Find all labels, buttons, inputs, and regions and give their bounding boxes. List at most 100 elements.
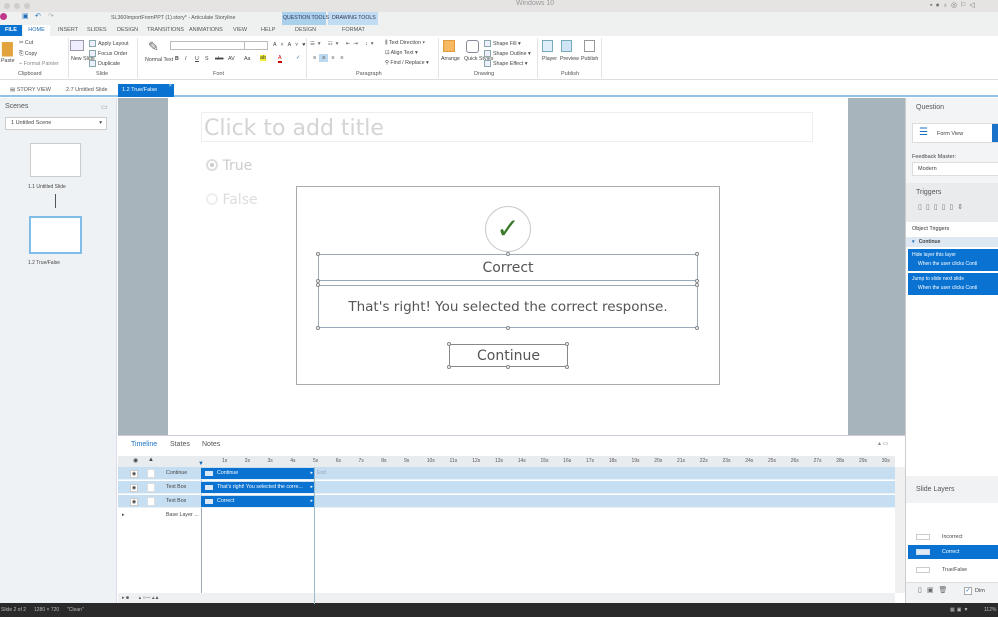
italic-button[interactable]: I [185,56,186,62]
tab-drawing-format[interactable]: FORMAT [342,25,365,36]
font-size-buttons[interactable]: A˄A˅♥ [273,42,309,48]
shape-fill-button[interactable]: Shape Fill ▾ [484,40,521,47]
paste-button[interactable]: Paste [1,58,15,64]
layer-item-selected[interactable]: Correct [908,545,998,559]
tab-true-false[interactable]: 1.2 True/False × [118,83,174,97]
feedback-text[interactable]: That's right! You selected the correct r… [318,285,698,328]
tab-untitled-slide[interactable]: 2.7 Untitled Slide [62,84,112,97]
slide-thumbnail-1-2[interactable] [29,216,82,254]
option-false[interactable]: False [206,192,258,208]
close-dot[interactable] [4,3,10,9]
find-replace-button[interactable]: ⚲ Find / Replace ▾ [385,60,429,66]
question-header: Question [916,104,945,111]
shape-effect-button[interactable]: Shape Effect ▾ [484,60,527,67]
view-icons[interactable]: ▦▣▼ [950,603,970,617]
slide-view-button[interactable] [992,124,998,142]
pin-icon[interactable]: ▭ [101,103,108,111]
tab-transitions[interactable]: TRANSITIONS [147,25,184,36]
font-family-select[interactable] [170,41,245,50]
tab-design[interactable]: DESIGN [117,25,138,36]
form-view-button[interactable]: ☰ Form View [912,123,998,143]
minimize-dot[interactable] [14,3,20,9]
list-buttons[interactable]: ☰▾ ☷▾ ⇤⇥ ↕▾ [310,41,376,47]
timeline-tick: 15s [540,458,549,464]
save-icon[interactable]: ▣ [22,12,29,20]
trigger-toolbar[interactable]: ▯▯▯▯▯⇕ [918,203,967,211]
visibility-icon[interactable]: ◉ [130,470,138,478]
feedback-master-select[interactable]: Modern [912,162,998,176]
font-color-icon[interactable]: A [278,55,282,63]
timeline-tick: 6s [335,458,342,464]
close-tab-icon[interactable]: × [169,80,172,93]
highlight-icon[interactable]: ab [260,55,266,61]
visibility-icon[interactable]: ◉ [130,484,138,492]
tab-slides[interactable]: SLIDES [87,25,107,36]
format-painter-button[interactable]: ⌁ Format Painter [19,61,59,67]
slide-thumbnail-1-1[interactable] [30,143,81,177]
lock-toggle[interactable] [147,483,155,492]
scene-select[interactable]: 1 Untitled Scene ▾ [5,117,107,130]
align-text-button[interactable]: ⊡ Align Text ▾ [385,50,418,56]
title-placeholder[interactable]: Click to add title [201,112,813,142]
spacing-button[interactable]: AV [228,56,235,62]
continue-button[interactable]: Continue [449,344,568,367]
tab-timeline[interactable]: Timeline [131,441,157,448]
tab-story-view[interactable]: ▤ STORY VIEW [6,84,55,97]
duplicate-button[interactable]: Duplicate [89,60,120,67]
tab-states[interactable]: States [170,441,190,448]
align-buttons[interactable]: ≡ ≡ ≡ ≡ [310,54,346,62]
timeline-controls[interactable]: ▸ ■ ▴ ○— ▴▲ [118,593,895,603]
timeline-scrollbar[interactable] [895,467,905,593]
option-true[interactable]: True [206,158,252,174]
trigger-item[interactable]: Hide layer this layer When the user click… [908,249,998,271]
layer-item[interactable]: True/False [908,564,998,576]
bold-button[interactable]: B [175,56,179,62]
arrange-button[interactable]: Arrange [441,56,460,62]
focus-order-button[interactable]: Focus Order [89,50,127,57]
zoom-level[interactable]: 112% [984,603,996,617]
feedback-title[interactable]: Correct [318,254,698,281]
layer-toolbar[interactable]: ▯▣🗑 [918,586,952,594]
shape-outline-button[interactable]: Shape Outline ▾ [484,50,531,57]
tab-animations[interactable]: ANIMATIONS [189,25,223,36]
change-case-button[interactable]: Aa [244,56,250,62]
expand-icon[interactable]: ▸ [122,512,125,518]
publish-button[interactable]: Publish [581,56,598,62]
tab-help[interactable]: HELP [261,25,275,36]
undo-icon[interactable]: ↶ [35,12,41,20]
copy-button[interactable]: ⎘ Copy [19,51,37,58]
shadow-button[interactable]: S [205,56,209,62]
tab-view[interactable]: VIEW [233,25,247,36]
timeline-bar[interactable]: Continue [201,468,315,479]
tab-insert[interactable]: INSERT [58,25,78,36]
underline-button[interactable]: U [195,56,199,62]
visibility-icon[interactable]: ◉ [130,498,138,506]
timeline-bar[interactable]: Correct [201,496,315,507]
apply-layout-button[interactable]: Apply Layout [89,40,129,47]
preview-button[interactable]: Preview [560,56,579,62]
timeline-tick: 14s [517,458,526,464]
normal-text-button[interactable]: Normal Text [145,57,173,63]
trigger-item[interactable]: Jump to slide next slide When the user cl… [908,273,998,295]
player-button[interactable]: Player [542,56,557,62]
tab-question-design[interactable]: DESIGN [295,25,316,36]
tab-home[interactable]: HOME [23,25,50,36]
zoom-dot[interactable] [24,3,30,9]
trigger-object-group[interactable]: ▾ Continue [906,237,998,247]
font-size-select[interactable] [244,41,268,50]
tab-file[interactable]: FILE [0,25,22,36]
clear-format-icon[interactable]: ✓ [296,55,300,61]
strikethrough-button[interactable]: abc [215,56,224,62]
text-direction-button[interactable]: ⫼ Text Direction ▾ [385,40,425,47]
layer-item[interactable]: Incorrect [908,531,998,543]
cut-button[interactable]: ✂ Cut [19,40,33,46]
redo-icon[interactable]: ↷ [48,12,54,20]
tab-notes[interactable]: Notes [202,441,220,448]
collapse-icon[interactable]: ▴ ▭ [878,440,888,447]
publish-icon [584,40,595,52]
dim-checkbox[interactable]: ✓ [964,587,972,595]
timeline-bar[interactable]: That's right! You selected the corre... [201,482,315,493]
lock-toggle[interactable] [147,497,155,506]
lock-toggle[interactable] [147,469,155,478]
end-marker[interactable] [314,467,315,604]
